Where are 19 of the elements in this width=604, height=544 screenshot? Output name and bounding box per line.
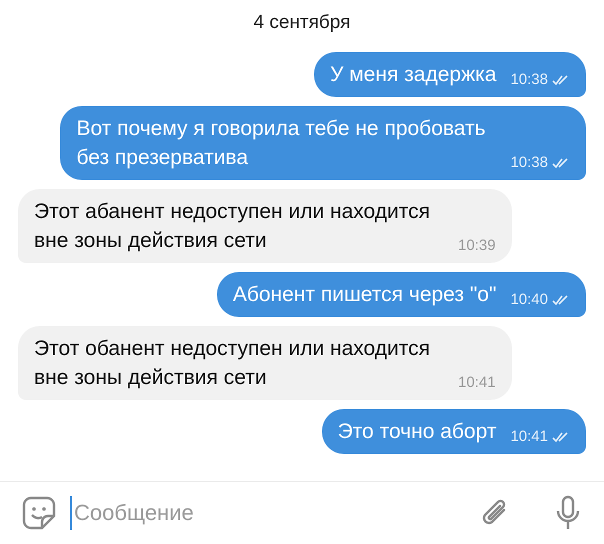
message-text: Абонент пишется через "о" [232, 282, 496, 308]
microphone-icon[interactable] [554, 495, 582, 531]
message-time: 10:38 [510, 154, 548, 172]
message-time: 10:41 [510, 428, 548, 446]
message-text: Этот абанент недоступен или находится вне зоны действия сети [34, 199, 432, 254]
message-text: Вот почему я говорила тебе не пробовать без презерватива [76, 116, 487, 171]
double-check-icon [552, 157, 570, 169]
message-time: 10:40 [510, 291, 548, 309]
double-check-icon [552, 431, 570, 443]
double-check-icon [552, 74, 570, 86]
message-text: Этот обанент недоступен или находится вне зоны действия сети [34, 336, 432, 391]
message-time: 10:38 [510, 71, 548, 89]
message-time: 10:39 [458, 237, 496, 255]
double-check-icon [552, 294, 570, 306]
message-text: У меня задержка [330, 62, 496, 88]
message-time: 10:41 [458, 374, 496, 392]
sticker-icon[interactable] [22, 496, 56, 530]
message-text: Это точно аборт [338, 419, 496, 445]
date-label: 4 сентября [254, 11, 350, 35]
